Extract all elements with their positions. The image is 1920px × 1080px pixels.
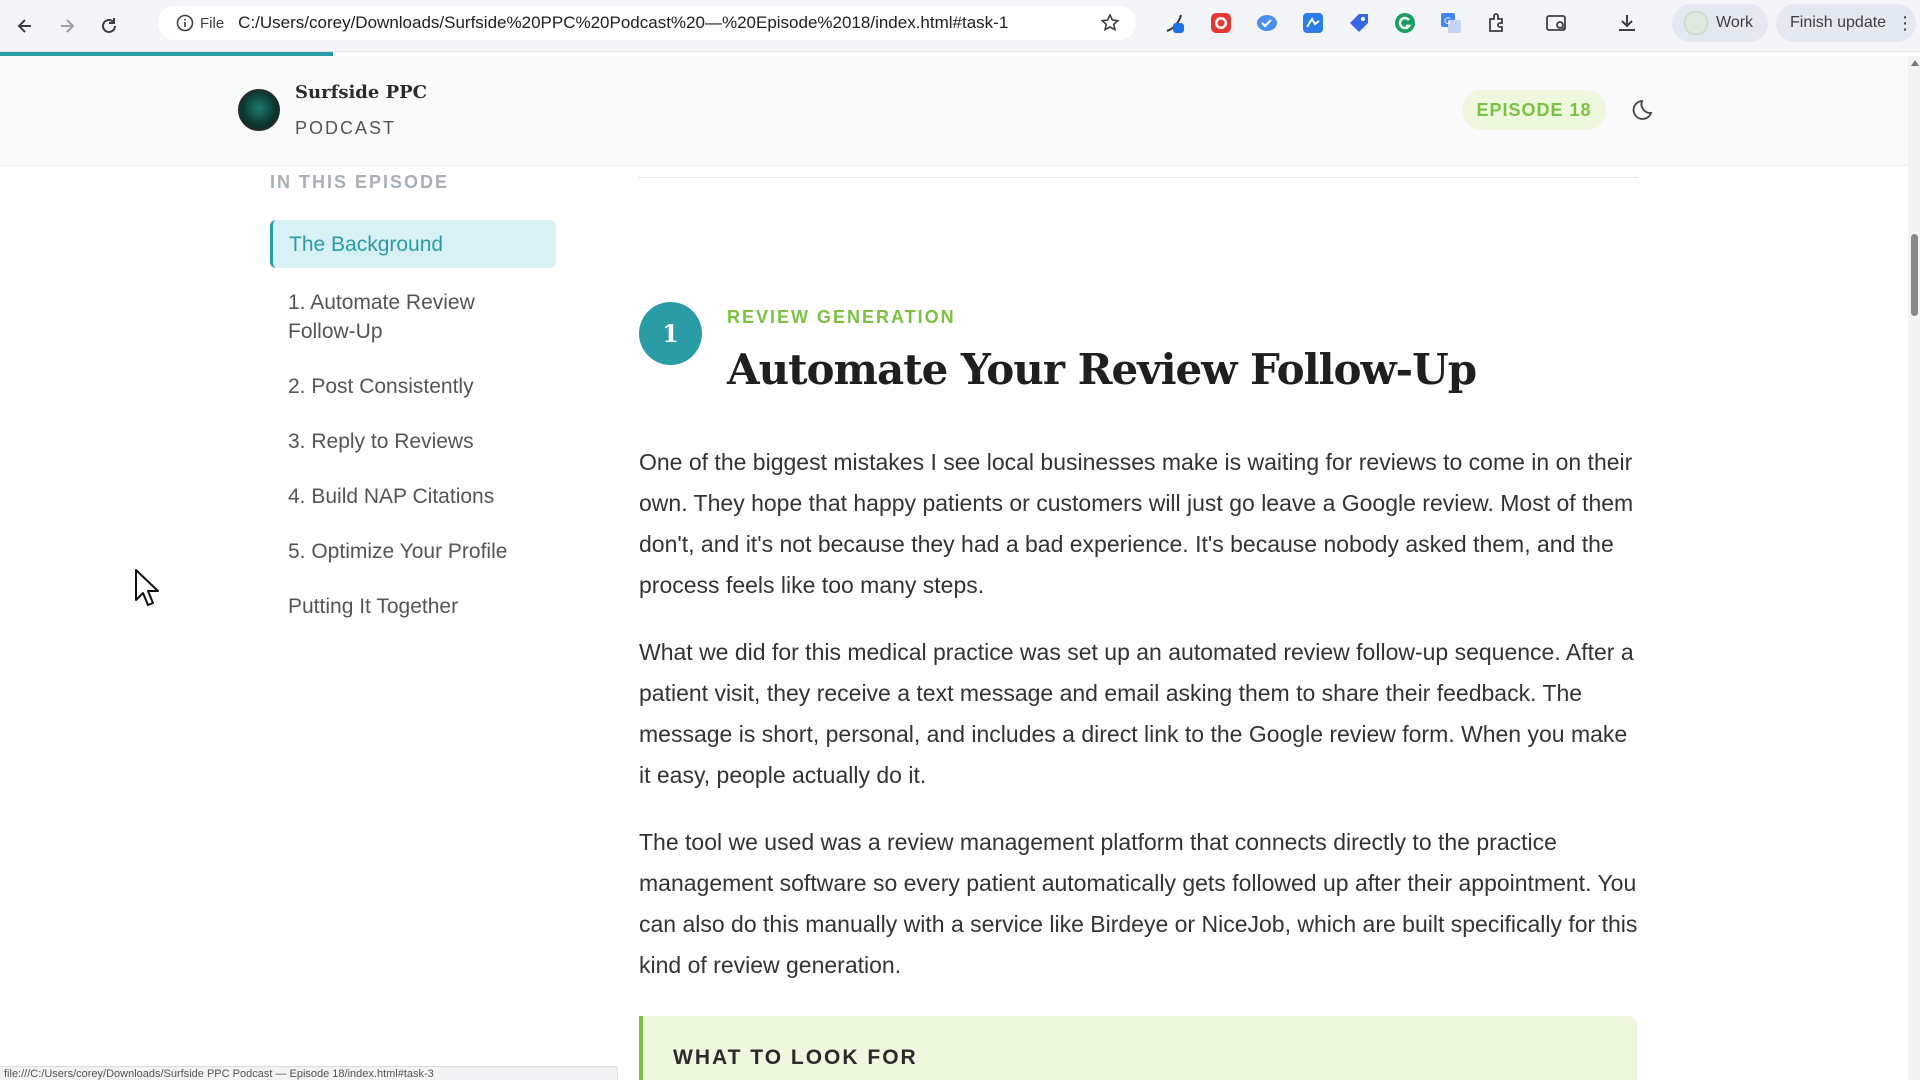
toc-item-post-consistently[interactable]: 2. Post Consistently bbox=[270, 372, 556, 401]
brand-subtitle: PODCAST bbox=[295, 118, 397, 138]
site-info-button[interactable]: File bbox=[168, 10, 232, 36]
download-icon[interactable] bbox=[1612, 8, 1642, 38]
blue-square-icon[interactable] bbox=[1298, 8, 1328, 38]
profile-button[interactable]: Work bbox=[1672, 4, 1768, 42]
callout-box: WHAT TO LOOK FOR bbox=[639, 1016, 1637, 1080]
toc-item-nap-citations[interactable]: 4. Build NAP Citations bbox=[270, 482, 556, 511]
blue-check-icon[interactable] bbox=[1252, 8, 1282, 38]
toc-heading: IN THIS EPISODE bbox=[270, 172, 450, 192]
reload-icon[interactable] bbox=[92, 9, 126, 43]
forward-icon[interactable] bbox=[50, 9, 84, 43]
callout-title: WHAT TO LOOK FOR bbox=[673, 1046, 918, 1069]
article-paragraph: What we did for this medical practice wa… bbox=[639, 639, 1634, 788]
address-bar[interactable]: File C:/Users/corey/Downloads/Surfside%2… bbox=[158, 6, 1136, 40]
scroll-up-icon[interactable] bbox=[1911, 60, 1919, 66]
page-scrollbar[interactable] bbox=[1908, 56, 1920, 1080]
article-paragraph: One of the biggest mistakes I see local … bbox=[639, 449, 1634, 598]
browser-toolbar: File C:/Users/corey/Downloads/Surfside%2… bbox=[0, 0, 1920, 52]
tag-icon[interactable] bbox=[1344, 8, 1374, 38]
finish-update-button[interactable]: Finish update ⋮ bbox=[1776, 4, 1916, 42]
article-paragraph: The tool we used was a review management… bbox=[639, 829, 1638, 978]
toc-item-background[interactable]: The Background bbox=[270, 220, 556, 268]
toc-item-reply-to-reviews[interactable]: 3. Reply to Reviews bbox=[270, 427, 556, 456]
table-of-contents: The Background 1. Automate Review Follow… bbox=[270, 220, 556, 621]
moon-icon[interactable] bbox=[1630, 94, 1660, 124]
profile-label: Work bbox=[1716, 14, 1754, 31]
scrollbar-thumb[interactable] bbox=[1911, 234, 1918, 316]
grammarly-icon[interactable] bbox=[1390, 8, 1420, 38]
brand-name[interactable]: Surfside PPC bbox=[295, 82, 427, 103]
info-icon bbox=[176, 14, 194, 32]
section-number-badge: 1 bbox=[639, 302, 702, 365]
puzzle-icon[interactable] bbox=[1482, 8, 1512, 38]
bookmark-star-icon[interactable] bbox=[1100, 13, 1120, 33]
podcast-logo[interactable] bbox=[238, 89, 280, 131]
back-icon[interactable] bbox=[8, 9, 42, 43]
mouse-pointer-icon bbox=[135, 569, 159, 606]
svg-text:G: G bbox=[1444, 17, 1451, 27]
link-status-bar: file:///C:/Users/corey/Downloads/Surfsid… bbox=[0, 1066, 618, 1080]
toc-item-putting-together[interactable]: Putting It Together bbox=[270, 592, 556, 621]
update-label: Finish update bbox=[1790, 14, 1887, 31]
toc-item-automate-review[interactable]: 1. Automate Review Follow-Up bbox=[270, 288, 556, 346]
reader-mode-icon[interactable] bbox=[1542, 8, 1572, 38]
red-record-icon[interactable] bbox=[1206, 8, 1236, 38]
url-text[interactable]: C:/Users/corey/Downloads/Surfside%20PPC%… bbox=[238, 13, 1008, 33]
episode-badge: EPISODE 18 bbox=[1462, 90, 1606, 130]
section-title: Automate Your Review Follow-Up bbox=[727, 345, 1477, 394]
feather-extension-icon[interactable] bbox=[1160, 8, 1190, 38]
avatar bbox=[1684, 11, 1708, 35]
more-menu-icon[interactable]: ⋮ bbox=[1896, 13, 1914, 34]
site-header: Surfside PPC PODCAST EPISODE 18 bbox=[0, 56, 1908, 166]
toc-item-optimize-profile[interactable]: 5. Optimize Your Profile bbox=[270, 537, 556, 566]
site-info-label: File bbox=[200, 14, 225, 32]
extensions-row: G bbox=[1160, 8, 1642, 38]
section-divider bbox=[638, 177, 1638, 178]
translate-icon[interactable]: G bbox=[1436, 8, 1466, 38]
section-kicker: REVIEW GENERATION bbox=[727, 307, 956, 327]
